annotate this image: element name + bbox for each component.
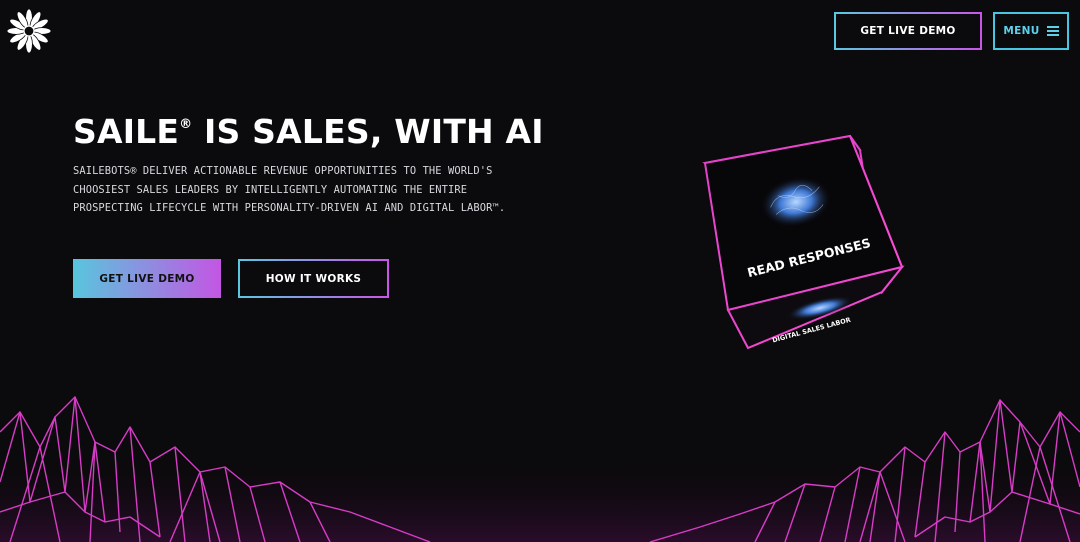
header-get-live-demo-button[interactable]: GET LIVE DEMO: [834, 12, 982, 50]
hero-get-live-demo-button[interactable]: GET LIVE DEMO: [73, 259, 221, 298]
how-it-works-label: HOW IT WORKS: [265, 272, 362, 285]
flower-logo-icon[interactable]: [7, 9, 51, 53]
menu-label: MENU: [1003, 25, 1040, 37]
page-title: SAILE® IS SALES, WITH AI: [73, 112, 544, 151]
menu-button[interactable]: MENU: [993, 12, 1069, 50]
how-it-works-button[interactable]: HOW IT WORKS: [238, 259, 389, 298]
hero-description: SAILEBOTS® DELIVER ACTIONABLE REVENUE OP…: [73, 165, 506, 215]
neon-mountains-background: [0, 396, 1080, 542]
header-demo-label: GET LIVE DEMO: [860, 25, 956, 37]
hamburger-icon: [1046, 24, 1059, 38]
hero-demo-label: GET LIVE DEMO: [99, 272, 195, 285]
feature-cube: READ RESPONSES DIGITAL SALES LABOR: [702, 134, 905, 350]
